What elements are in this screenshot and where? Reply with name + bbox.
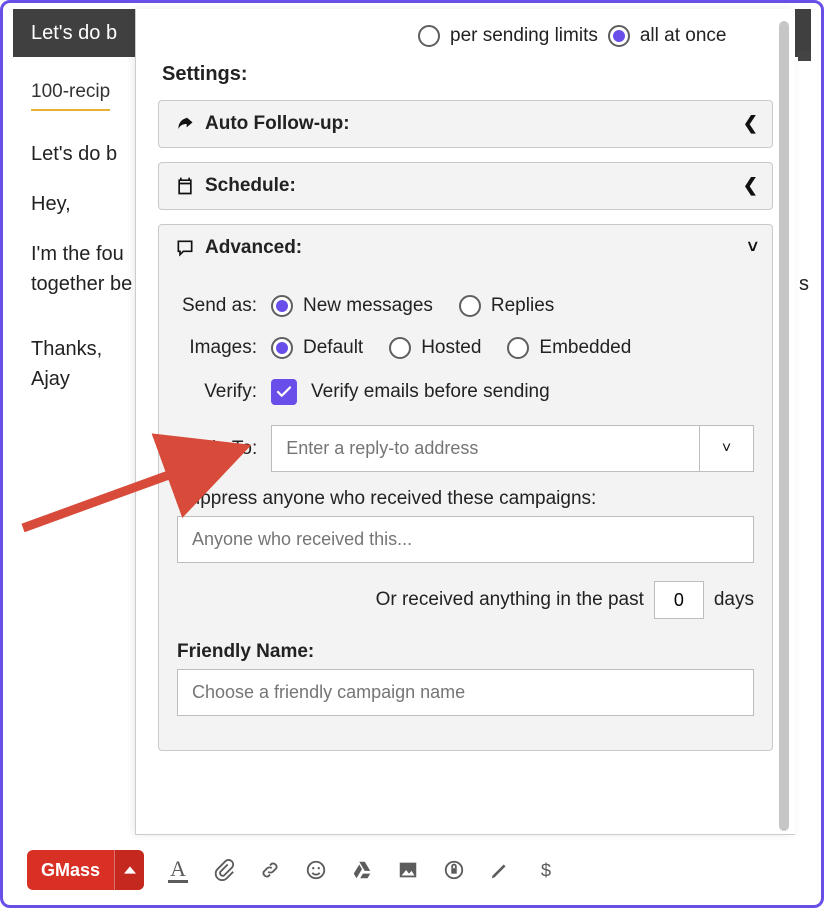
friendly-name-label: Friendly Name: <box>177 641 754 663</box>
days-input[interactable] <box>654 581 704 619</box>
chat-bubble-icon <box>175 238 195 258</box>
email-body-line: Thanks, <box>31 338 102 361</box>
email-body-line: Hey, <box>31 193 71 216</box>
reply-to-label: Reply-To: <box>177 438 257 460</box>
suppress-input[interactable] <box>177 516 754 563</box>
gmass-send-button[interactable]: GMass <box>27 850 144 890</box>
verify-label: Verify: <box>177 381 257 403</box>
attach-icon[interactable] <box>212 858 236 882</box>
svg-text:$: $ <box>541 859 551 880</box>
gmass-dropdown-caret[interactable] <box>114 850 144 890</box>
email-body-line: Ajay <box>31 368 70 391</box>
verify-checkbox[interactable] <box>271 379 297 405</box>
send-as-label: Send as: <box>177 295 257 317</box>
popup-scrollbar[interactable] <box>777 19 789 839</box>
format-a-glyph: A <box>168 858 188 883</box>
email-body-line: together be <box>31 273 132 296</box>
gmass-button-label: GMass <box>27 860 114 881</box>
radio-label: per sending limits <box>450 25 598 47</box>
chevron-down-icon: ˅ <box>747 237 758 258</box>
confidential-icon[interactable] <box>442 858 466 882</box>
emoji-icon[interactable] <box>304 858 328 882</box>
compose-toolbar: GMass A $ <box>27 847 797 893</box>
radio-per-sending-limits[interactable] <box>418 25 440 47</box>
sending-mode-radios: per sending limits all at once <box>418 25 773 47</box>
radio-send-as-replies[interactable] <box>459 295 481 317</box>
reply-to-input[interactable] <box>272 426 699 471</box>
days-suffix: days <box>714 589 754 611</box>
scroll-thumb[interactable] <box>779 21 789 831</box>
radio-images-default[interactable] <box>271 337 293 359</box>
radio-send-as-new[interactable] <box>271 295 293 317</box>
suppress-label: Suppress anyone who received these campa… <box>177 488 754 510</box>
radio-label: Default <box>303 337 363 359</box>
subject-line-input[interactable]: Let's do b <box>31 143 117 166</box>
pen-icon[interactable] <box>488 858 512 882</box>
compose-subject-text: Let's do b <box>31 22 117 45</box>
radio-label: New messages <box>303 295 433 317</box>
chevron-left-icon: ❮ <box>743 175 758 196</box>
email-body-overflow: s <box>799 273 809 296</box>
gmass-settings-popup: per sending limits all at once Settings:… <box>135 9 795 835</box>
compose-titlebar-remainder <box>798 51 811 61</box>
link-icon[interactable] <box>258 858 282 882</box>
radio-images-hosted[interactable] <box>389 337 411 359</box>
email-body-line: I'm the fou <box>31 243 124 266</box>
radio-label: Hosted <box>421 337 481 359</box>
radio-images-embedded[interactable] <box>507 337 529 359</box>
settings-heading: Settings: <box>162 63 773 86</box>
chevron-left-icon: ❮ <box>743 113 758 134</box>
chevron-down-icon: ˅ <box>722 440 731 458</box>
format-text-icon[interactable]: A <box>166 858 190 882</box>
verify-text: Verify emails before sending <box>311 381 550 403</box>
section-title: Advanced: <box>205 237 302 259</box>
radio-label: all at once <box>640 25 727 47</box>
radio-all-at-once[interactable] <box>608 25 630 47</box>
section-auto-followup[interactable]: Auto Follow-up: ❮ <box>158 100 773 148</box>
image-icon[interactable] <box>396 858 420 882</box>
radio-label: Embedded <box>539 337 631 359</box>
reply-to-dropdown[interactable]: ˅ <box>699 426 753 471</box>
calendar-icon <box>175 176 195 196</box>
share-arrow-icon <box>175 114 195 134</box>
section-advanced: Advanced: ˅ Send as: New messages Replie… <box>158 224 773 751</box>
drive-icon[interactable] <box>350 858 374 882</box>
friendly-name-input[interactable] <box>177 669 754 716</box>
section-title: Schedule: <box>205 175 296 197</box>
section-title: Auto Follow-up: <box>205 113 350 135</box>
section-advanced-header[interactable]: Advanced: ˅ <box>159 225 772 271</box>
images-label: Images: <box>177 337 257 359</box>
recipients-field[interactable]: 100-recip <box>31 81 110 111</box>
or-received-text: Or received anything in the past <box>376 589 644 611</box>
dollar-icon[interactable]: $ <box>534 858 558 882</box>
section-schedule[interactable]: Schedule: ❮ <box>158 162 773 210</box>
radio-label: Replies <box>491 295 554 317</box>
